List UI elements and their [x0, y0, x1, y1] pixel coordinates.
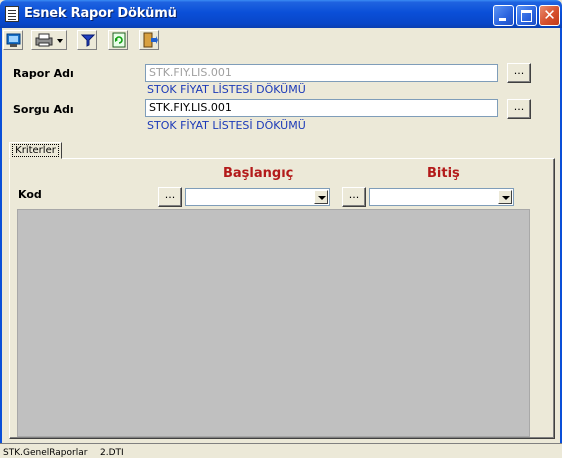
start-browse-button[interactable]: ...: [158, 187, 182, 207]
chevron-down-icon[interactable]: [314, 190, 328, 204]
title-bar[interactable]: Esnek Rapor Dökümü ✕: [0, 0, 562, 28]
end-header: Bitiş: [427, 166, 460, 181]
toolbar: [0, 28, 562, 52]
tab-label: Kriterler: [12, 144, 59, 157]
maximize-button[interactable]: [516, 5, 537, 26]
minimize-button[interactable]: [493, 5, 514, 26]
tab-kriterler[interactable]: Kriterler: [9, 142, 62, 159]
sorgu-description: STOK FİYAT LİSTESİ DÖKÜMÜ: [147, 119, 306, 132]
exit-button[interactable]: [139, 30, 159, 50]
rapor-description: STOK FİYAT LİSTESİ DÖKÜMÜ: [147, 83, 306, 96]
criteria-label-kod: Kod: [18, 188, 42, 201]
rapor-field[interactable]: STK.FIY.LIS.001: [145, 64, 498, 82]
refresh-button[interactable]: [108, 30, 128, 50]
start-header: Başlangıç: [223, 166, 294, 181]
criteria-grid[interactable]: [17, 209, 530, 437]
status-bar: STK.GenelRaporlar 2.DTI: [0, 443, 562, 458]
close-button[interactable]: ✕: [539, 5, 560, 26]
export-button[interactable]: [3, 30, 23, 50]
sorgu-label: Sorgu Adı: [13, 103, 74, 116]
app-icon: [5, 6, 19, 22]
printer-icon: [35, 33, 63, 47]
filter-icon: [80, 34, 96, 47]
print-button[interactable]: [31, 30, 67, 50]
chevron-down-icon[interactable]: [498, 190, 512, 204]
window-border-left: [0, 28, 2, 443]
sorgu-field[interactable]: STK.FIY.LIS.001: [145, 99, 498, 117]
filter-button[interactable]: [77, 30, 97, 50]
export-icon: [6, 33, 21, 47]
close-icon: ✕: [543, 6, 556, 24]
end-combo[interactable]: [369, 188, 514, 206]
window-title: Esnek Rapor Dökümü: [24, 6, 177, 21]
status-left: STK.GenelRaporlar: [3, 448, 88, 458]
exit-icon: [143, 32, 158, 48]
sorgu-browse-button[interactable]: ...: [507, 99, 531, 119]
end-browse-button[interactable]: ...: [342, 187, 366, 207]
rapor-browse-button[interactable]: ...: [507, 63, 531, 83]
start-combo[interactable]: [185, 188, 330, 206]
rapor-label: Rapor Adı: [13, 67, 74, 80]
status-right: 2.DTI: [100, 448, 124, 458]
refresh-icon: [112, 32, 126, 48]
